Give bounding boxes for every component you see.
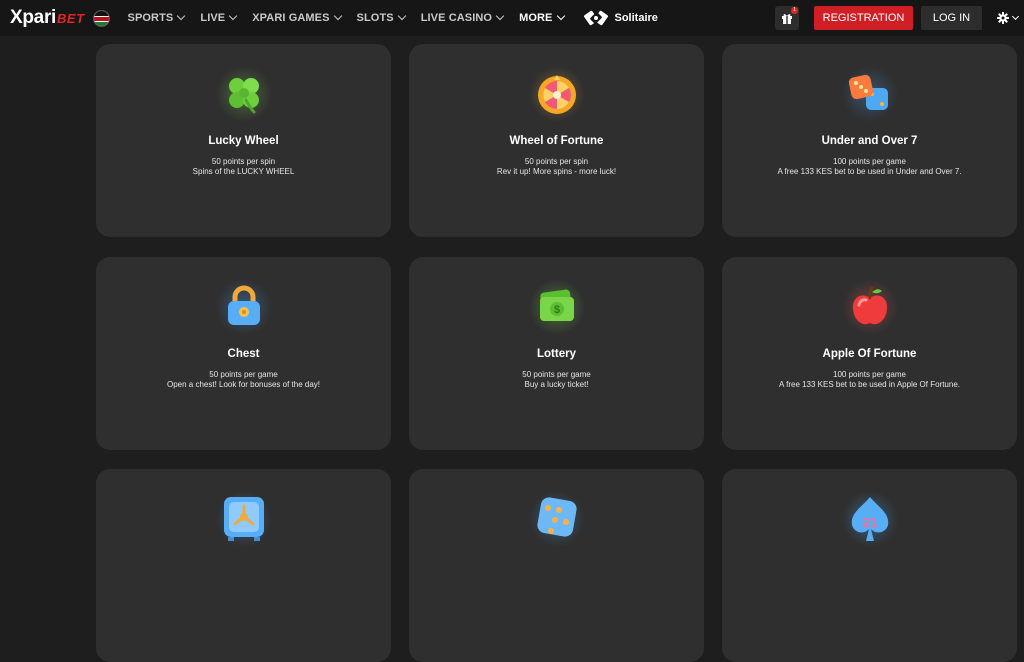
dice-icon: [528, 491, 585, 547]
login-button[interactable]: LOG IN: [921, 6, 982, 30]
card-points: 50 points per spin: [211, 157, 276, 166]
nav-xpari-games[interactable]: XPARI GAMES: [244, 0, 348, 36]
chevron-down-icon: [556, 11, 565, 21]
notification-badge: 1: [791, 7, 798, 14]
padlock-chest-icon: [215, 279, 272, 335]
chevron-down-icon: [1011, 12, 1020, 20]
safe-icon: [215, 491, 272, 547]
nav-live-casino[interactable]: LIVE CASINO: [413, 0, 511, 36]
card-description: A free 133 KES bet to be used in Apple O…: [778, 380, 960, 389]
card-title: Apple Of Fortune: [822, 348, 917, 360]
card-description: Rev it up! More spins - more luck!: [496, 167, 617, 176]
settings-button[interactable]: [997, 12, 1020, 24]
chevron-down-icon: [228, 11, 238, 21]
card-points: 100 points per game: [833, 157, 906, 166]
card-description: Open a chest! Look for bonuses of the da…: [167, 380, 320, 389]
solitaire-link[interactable]: Solitaire: [583, 9, 658, 27]
nav-more[interactable]: MORE: [511, 0, 571, 36]
card-title: Chest: [227, 348, 260, 360]
apple-icon: [841, 279, 898, 335]
registration-button[interactable]: REGISTRATION: [814, 6, 913, 30]
clover-icon: [215, 66, 272, 122]
dice-pair-icon: [841, 66, 898, 122]
spade-21-icon: 21: [841, 491, 898, 547]
card-points: 50 points per game: [522, 370, 591, 379]
top-navigation-bar: Xpari BET SPORTS LIVE XPARI GAMES SLOTS L…: [0, 0, 1024, 36]
card-title: Wheel of Fortune: [509, 135, 604, 147]
card-description: Buy a lucky ticket!: [524, 380, 589, 389]
fortune-wheel-icon: [528, 66, 585, 122]
nav-live[interactable]: LIVE: [192, 0, 244, 36]
card-title: Lottery: [537, 348, 576, 360]
nav-sports[interactable]: SPORTS: [120, 0, 193, 36]
game-card-twenty-one[interactable]: 21: [722, 469, 1017, 662]
chevron-down-icon: [177, 11, 186, 21]
card-points: 50 points per game: [209, 370, 278, 379]
solitaire-cards-icon: [583, 10, 608, 26]
chevron-down-icon: [397, 11, 406, 21]
card-description: A free 133 KES bet to be used in Under a…: [777, 167, 962, 176]
game-card-safe[interactable]: [96, 469, 391, 662]
gear-icon: [997, 12, 1009, 24]
card-points: 100 points per game: [833, 370, 906, 379]
game-card-apple-of-fortune[interactable]: Apple Of Fortune 100 points per game A f…: [722, 257, 1017, 450]
kenya-flag-icon[interactable]: [92, 9, 110, 27]
svg-text:21: 21: [862, 515, 876, 530]
gift-button[interactable]: 1: [775, 6, 799, 30]
game-card-wheel-of-fortune[interactable]: Wheel of Fortune 50 points per spin Rev …: [409, 44, 704, 237]
site-logo[interactable]: Xpari BET: [10, 7, 85, 29]
game-card-dice[interactable]: [409, 469, 704, 662]
chevron-down-icon: [495, 11, 505, 21]
game-card-under-and-over-7[interactable]: Under and Over 7 100 points per game A f…: [722, 44, 1017, 237]
card-points: 50 points per spin: [524, 157, 589, 166]
game-card-chest[interactable]: Chest 50 points per game Open a chest! L…: [96, 257, 391, 450]
header-tools: 1 REGISTRATION LOG IN: [775, 0, 1024, 36]
svg-text:$: $: [553, 304, 559, 316]
game-card-lottery[interactable]: $ Lottery 50 points per game Buy a lucky…: [409, 257, 704, 450]
card-title: Lucky Wheel: [208, 135, 279, 147]
game-card-lucky-wheel[interactable]: Lucky Wheel 50 points per spin Spins of …: [96, 44, 391, 237]
card-title: Under and Over 7: [821, 135, 918, 147]
nav-slots[interactable]: SLOTS: [349, 0, 413, 36]
main-nav: SPORTS LIVE XPARI GAMES SLOTS LIVE CASIN…: [120, 0, 572, 36]
lottery-ticket-icon: $: [528, 279, 585, 335]
chevron-down-icon: [333, 11, 342, 21]
gift-icon: [782, 14, 792, 24]
card-description: Spins of the LUCKY WHEEL: [192, 167, 295, 176]
